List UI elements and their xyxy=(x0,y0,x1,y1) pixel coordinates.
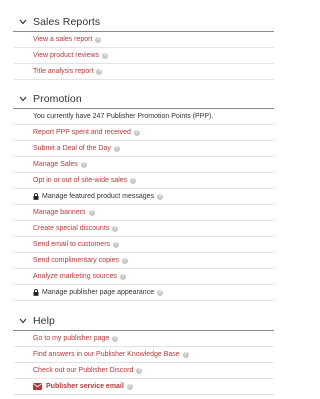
help-icon[interactable] xyxy=(182,351,189,358)
knowledge-base-link[interactable]: Find answers in our Publisher Knowledge … xyxy=(33,351,180,358)
list-item: Check out our Publisher Discord xyxy=(14,363,274,379)
lock-icon xyxy=(33,289,39,296)
list-item: Publisher service email xyxy=(14,379,274,395)
list-item: Title analysis report xyxy=(14,64,274,80)
help-icon[interactable] xyxy=(102,52,109,59)
view-product-reviews-link[interactable]: View product reviews xyxy=(33,52,99,59)
title-analysis-report-link[interactable]: Title analysis report xyxy=(33,68,93,75)
help-header[interactable]: Help xyxy=(13,311,274,331)
list-item: Send complimentary copies xyxy=(14,253,274,269)
chevron-down-icon[interactable] xyxy=(13,318,33,324)
report-ppp-link[interactable]: Report PPP spent and received xyxy=(33,129,131,136)
help-icon[interactable] xyxy=(157,193,164,200)
featured-messages-label: Manage featured product messages xyxy=(42,193,155,200)
help-icon[interactable] xyxy=(157,289,164,296)
list-item: Manage featured product messages xyxy=(14,189,274,205)
list-item: Manage publisher page appearance xyxy=(14,285,274,301)
list-item: Find answers in our Publisher Knowledge … xyxy=(14,347,274,363)
marketing-sources-link[interactable]: Analyze marketing sources xyxy=(33,273,117,280)
list-item: View product reviews xyxy=(14,48,274,64)
sales-reports-list: View a sales report View product reviews… xyxy=(14,32,274,80)
list-item: Go to my publisher page xyxy=(14,331,274,347)
chevron-down-icon[interactable] xyxy=(13,96,33,102)
view-sales-report-link[interactable]: View a sales report xyxy=(33,36,92,43)
lock-icon xyxy=(33,193,39,200)
help-icon[interactable] xyxy=(126,383,133,390)
section-promotion: Promotion You currently have 247 Publish… xyxy=(13,89,274,301)
envelope-icon xyxy=(33,383,42,390)
publisher-tools-panel: Sales Reports View a sales report View p… xyxy=(0,0,275,399)
help-icon[interactable] xyxy=(113,241,120,248)
list-item: Create special discounts xyxy=(14,221,274,237)
list-item: View a sales report xyxy=(14,32,274,48)
promotion-header[interactable]: Promotion xyxy=(13,89,274,109)
sales-reports-title: Sales Reports xyxy=(33,15,101,28)
publisher-discord-link[interactable]: Check out our Publisher Discord xyxy=(33,367,133,374)
help-icon[interactable] xyxy=(96,68,103,75)
list-item: Send email to customers xyxy=(14,237,274,253)
help-icon[interactable] xyxy=(112,225,119,232)
help-icon[interactable] xyxy=(95,36,102,43)
ppp-balance-text: You currently have 247 Publisher Promoti… xyxy=(33,113,214,120)
list-item: Report PPP spent and received xyxy=(14,125,274,141)
sales-reports-header[interactable]: Sales Reports xyxy=(13,12,274,32)
list-item: Analyze marketing sources xyxy=(14,269,274,285)
help-icon[interactable] xyxy=(113,145,120,152)
chevron-down-icon[interactable] xyxy=(13,19,33,25)
promotion-title: Promotion xyxy=(33,92,82,105)
publisher-page-link[interactable]: Go to my publisher page xyxy=(33,335,109,342)
help-icon[interactable] xyxy=(112,335,119,342)
help-list: Go to my publisher page Find answers in … xyxy=(14,331,274,395)
submit-deal-link[interactable]: Submit a Deal of the Day xyxy=(33,145,111,152)
special-discounts-link[interactable]: Create special discounts xyxy=(33,225,109,232)
help-icon[interactable] xyxy=(133,129,140,136)
section-sales-reports: Sales Reports View a sales report View p… xyxy=(13,12,274,80)
help-icon[interactable] xyxy=(88,209,95,216)
publisher-service-email-link[interactable]: Publisher service email xyxy=(46,383,124,390)
help-icon[interactable] xyxy=(80,161,87,168)
manage-sales-link[interactable]: Manage Sales xyxy=(33,161,78,168)
section-help: Help Go to my publisher page Find answer… xyxy=(13,311,274,395)
publisher-page-appearance-label: Manage publisher page appearance xyxy=(42,289,155,296)
help-icon[interactable] xyxy=(120,273,127,280)
help-title: Help xyxy=(33,314,55,327)
manage-banners-link[interactable]: Manage banners xyxy=(33,209,86,216)
list-item: Manage banners xyxy=(14,205,274,221)
complimentary-copies-link[interactable]: Send complimentary copies xyxy=(33,257,119,264)
promotion-list: You currently have 247 Publisher Promoti… xyxy=(14,109,274,301)
site-wide-sales-link[interactable]: Opt in or out of site-wide sales xyxy=(33,177,127,184)
list-item: You currently have 247 Publisher Promoti… xyxy=(14,109,274,125)
help-icon[interactable] xyxy=(130,177,137,184)
help-icon[interactable] xyxy=(136,367,143,374)
help-icon[interactable] xyxy=(122,257,128,264)
list-item: Opt in or out of site-wide sales xyxy=(14,173,274,189)
send-email-link[interactable]: Send email to customers xyxy=(33,241,110,248)
list-item: Submit a Deal of the Day xyxy=(14,141,274,157)
list-item: Manage Sales xyxy=(14,157,274,173)
